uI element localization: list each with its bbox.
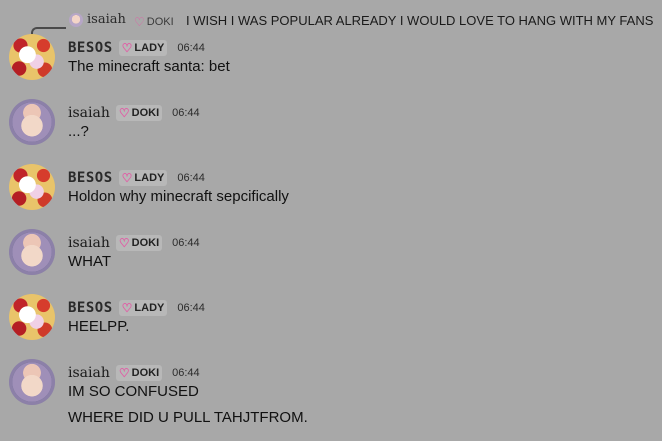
reply-role-badge-label: DOKI — [146, 16, 174, 28]
username[interactable]: BESOS — [68, 300, 113, 316]
username[interactable]: BESOS — [68, 40, 113, 56]
avatar[interactable] — [9, 99, 55, 145]
avatar[interactable] — [9, 294, 55, 340]
avatar[interactable] — [9, 164, 55, 210]
timestamp: 06:44 — [177, 172, 205, 184]
heart-icon: ♡ — [121, 171, 133, 185]
reply-avatar — [69, 13, 83, 27]
message-text: IM SO CONFUSED — [68, 383, 199, 400]
avatar[interactable] — [9, 359, 55, 405]
role-badge: ♡ DOKI — [115, 105, 163, 121]
username[interactable]: isaiah — [68, 365, 110, 381]
role-badge: ♡ LADY — [118, 170, 168, 186]
message-text: HEELPP. — [68, 318, 130, 335]
message-header: isaiah ♡ DOKI 06:44 — [68, 363, 200, 383]
heart-icon: ♡ — [121, 301, 133, 315]
username[interactable]: isaiah — [68, 105, 110, 121]
role-badge-label: DOKI — [131, 237, 160, 249]
avatar[interactable] — [9, 229, 55, 275]
timestamp: 06:44 — [177, 42, 205, 54]
reply-author-name[interactable]: isaiah — [87, 12, 126, 27]
role-badge-label: LADY — [134, 172, 165, 184]
message-text: WHERE DID U PULL TAHJTFROM. — [68, 409, 308, 426]
reply-text[interactable]: I WISH I WAS POPULAR ALREADY I WOULD LOV… — [186, 13, 653, 28]
message-header: BESOS ♡ LADY 06:44 — [68, 298, 205, 318]
avatar[interactable] — [9, 34, 55, 80]
role-badge-label: LADY — [134, 42, 165, 54]
role-badge-label: LADY — [134, 302, 165, 314]
message-text: WHAT — [68, 253, 112, 270]
heart-icon: ♡ — [121, 41, 133, 55]
message-header: isaiah ♡ DOKI 06:44 — [68, 103, 200, 123]
message-text: Holdon why minecraft sepcifically — [68, 188, 289, 205]
timestamp: 06:44 — [177, 302, 205, 314]
message-header: isaiah ♡ DOKI 06:44 — [68, 233, 200, 253]
message-header: BESOS ♡ LADY 06:44 — [68, 38, 205, 58]
timestamp: 06:44 — [172, 107, 200, 119]
role-badge-label: DOKI — [131, 367, 160, 379]
role-badge: ♡ LADY — [118, 300, 168, 316]
timestamp: 06:44 — [172, 237, 200, 249]
username[interactable]: BESOS — [68, 170, 113, 186]
role-badge: ♡ LADY — [118, 40, 168, 56]
username[interactable]: isaiah — [68, 235, 110, 251]
reply-role-badge: ♡ DOKI — [134, 15, 174, 29]
role-badge-label: DOKI — [131, 107, 160, 119]
role-badge: ♡ DOKI — [115, 365, 163, 381]
heart-icon: ♡ — [134, 15, 145, 29]
message-text: ...? — [68, 123, 89, 140]
heart-icon: ♡ — [118, 236, 130, 250]
message-header: BESOS ♡ LADY 06:44 — [68, 168, 205, 188]
message-text: The minecraft santa: bet — [68, 58, 230, 75]
heart-icon: ♡ — [118, 366, 130, 380]
heart-icon: ♡ — [118, 106, 130, 120]
reply-preview[interactable]: isaiah ♡ DOKI I WISH I WAS POPULAR ALREA… — [0, 8, 662, 43]
timestamp: 06:44 — [172, 367, 200, 379]
role-badge: ♡ DOKI — [115, 235, 163, 251]
